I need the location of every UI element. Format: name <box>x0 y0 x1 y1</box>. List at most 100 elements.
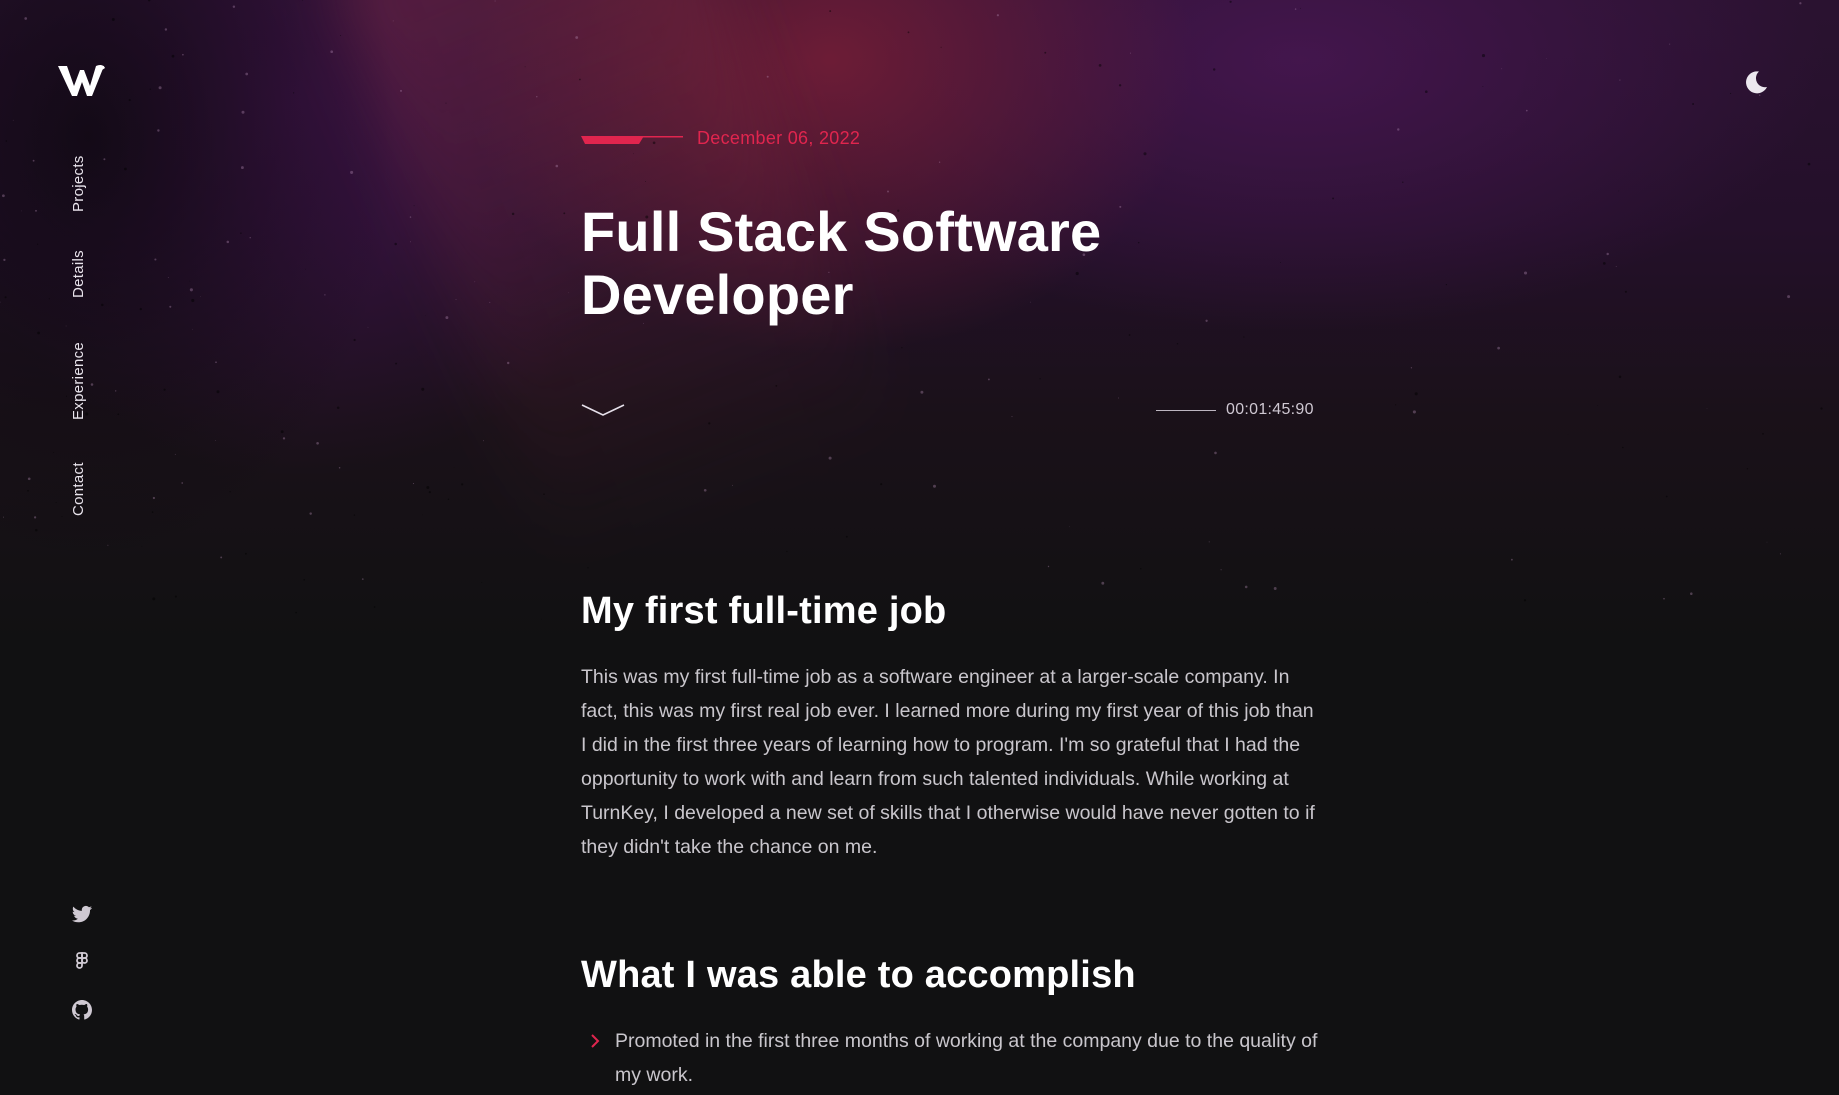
section-heading-first-job: My first full-time job <box>581 590 947 632</box>
texture-speck <box>169 305 172 308</box>
texture-speck <box>336 406 340 409</box>
texture-speck <box>1497 346 1500 350</box>
texture-speck <box>1546 57 1547 59</box>
texture-speck <box>55 502 57 503</box>
texture-speck <box>555 164 559 168</box>
texture-speck <box>1011 416 1013 418</box>
texture-speck <box>215 361 217 364</box>
texture-speck <box>293 92 295 94</box>
texture-speck <box>1212 68 1216 71</box>
texture-speck <box>447 498 450 501</box>
texture-speck <box>103 158 106 161</box>
texture-speck <box>240 232 242 234</box>
texture-speck <box>152 597 156 601</box>
texture-speck <box>1746 468 1749 470</box>
list-item: Promoted in the first three months of wo… <box>581 1024 1321 1092</box>
texture-speck <box>494 0 496 2</box>
texture-speck <box>1619 79 1621 81</box>
texture-speck <box>12 119 14 121</box>
texture-speck <box>53 451 55 453</box>
chevron-right-icon <box>591 1034 600 1048</box>
texture-speck <box>1807 162 1811 166</box>
date-accent-bar <box>581 136 683 144</box>
texture-speck <box>428 491 431 494</box>
texture-speck <box>65 395 68 397</box>
logo-w[interactable] <box>58 64 106 98</box>
texture-speck <box>33 516 37 519</box>
texture-speck <box>829 10 832 13</box>
texture-speck <box>766 75 769 78</box>
texture-speck <box>158 86 162 90</box>
texture-speck <box>350 170 354 174</box>
texture-speck <box>27 477 31 481</box>
texture-speck <box>1229 0 1232 3</box>
texture-speck <box>394 242 397 246</box>
texture-speck <box>107 544 109 546</box>
texture-speck <box>1220 569 1222 571</box>
texture-speck <box>192 328 193 330</box>
twitter-icon[interactable] <box>70 902 94 926</box>
texture-speck <box>1243 336 1245 338</box>
texture-speck <box>644 181 646 183</box>
texture-speck <box>101 303 104 307</box>
texture-speck <box>189 280 191 282</box>
texture-speck <box>157 129 160 132</box>
texture-speck <box>1244 585 1248 589</box>
texture-speck <box>1624 290 1627 293</box>
texture-speck <box>887 190 889 193</box>
texture-speck <box>1525 109 1528 112</box>
texture-speck <box>302 0 304 2</box>
texture-speck <box>61 515 63 518</box>
texture-speck <box>1044 51 1047 54</box>
texture-speck <box>309 512 312 515</box>
texture-speck <box>1205 319 1208 322</box>
texture-speck <box>1300 7 1302 9</box>
figma-icon[interactable] <box>70 950 94 974</box>
accomplish-list: Promoted in the first three months of wo… <box>581 1024 1321 1092</box>
post-title: Full Stack Software Developer <box>581 200 1102 326</box>
texture-speck <box>1214 451 1217 455</box>
texture-speck <box>1294 8 1297 10</box>
texture-speck <box>1395 404 1397 406</box>
nav-contact[interactable]: Contact <box>70 462 87 516</box>
texture-speck <box>536 96 538 98</box>
texture-speck <box>244 552 247 555</box>
texture-speck <box>200 296 201 297</box>
texture-speck <box>2 516 5 518</box>
texture-speck <box>0 301 1 303</box>
nav-experience[interactable]: Experience <box>70 342 87 420</box>
texture-speck <box>1039 378 1041 380</box>
texture-speck <box>1820 407 1823 410</box>
texture-speck <box>164 28 168 31</box>
texture-speck <box>1779 553 1781 555</box>
section-body-first-job: This was my first full-time job as a sof… <box>581 666 1315 858</box>
page: Projects Details Experience Contact Dece… <box>0 0 1839 1095</box>
texture-speck <box>471 383 473 385</box>
texture-speck <box>1140 567 1142 570</box>
texture-speck <box>182 53 184 56</box>
nav-projects[interactable]: Projects <box>70 155 87 212</box>
texture-speck <box>1280 261 1281 263</box>
texture-speck <box>330 50 334 54</box>
texture-speck <box>426 486 430 489</box>
texture-speck <box>37 243 39 245</box>
moon-icon[interactable] <box>1742 68 1770 96</box>
texture-speck <box>563 212 566 215</box>
texture-speck <box>1481 54 1486 58</box>
github-icon[interactable] <box>70 998 94 1022</box>
texture-speck <box>424 315 426 317</box>
texture-speck <box>845 535 848 538</box>
texture-speck <box>338 467 341 469</box>
texture-speck <box>232 5 236 8</box>
nav-details[interactable]: Details <box>70 250 87 298</box>
texture-speck <box>1397 128 1400 131</box>
texture-speck <box>996 14 999 17</box>
texture-speck <box>1567 434 1569 436</box>
texture-speck <box>1414 392 1418 396</box>
texture-speck <box>149 88 152 90</box>
texture-speck <box>1424 90 1428 94</box>
chevron-down-icon[interactable] <box>581 400 625 420</box>
texture-speck <box>543 493 545 496</box>
reading-time: 00:01:45:90 <box>1156 399 1326 421</box>
texture-speck <box>167 276 169 278</box>
